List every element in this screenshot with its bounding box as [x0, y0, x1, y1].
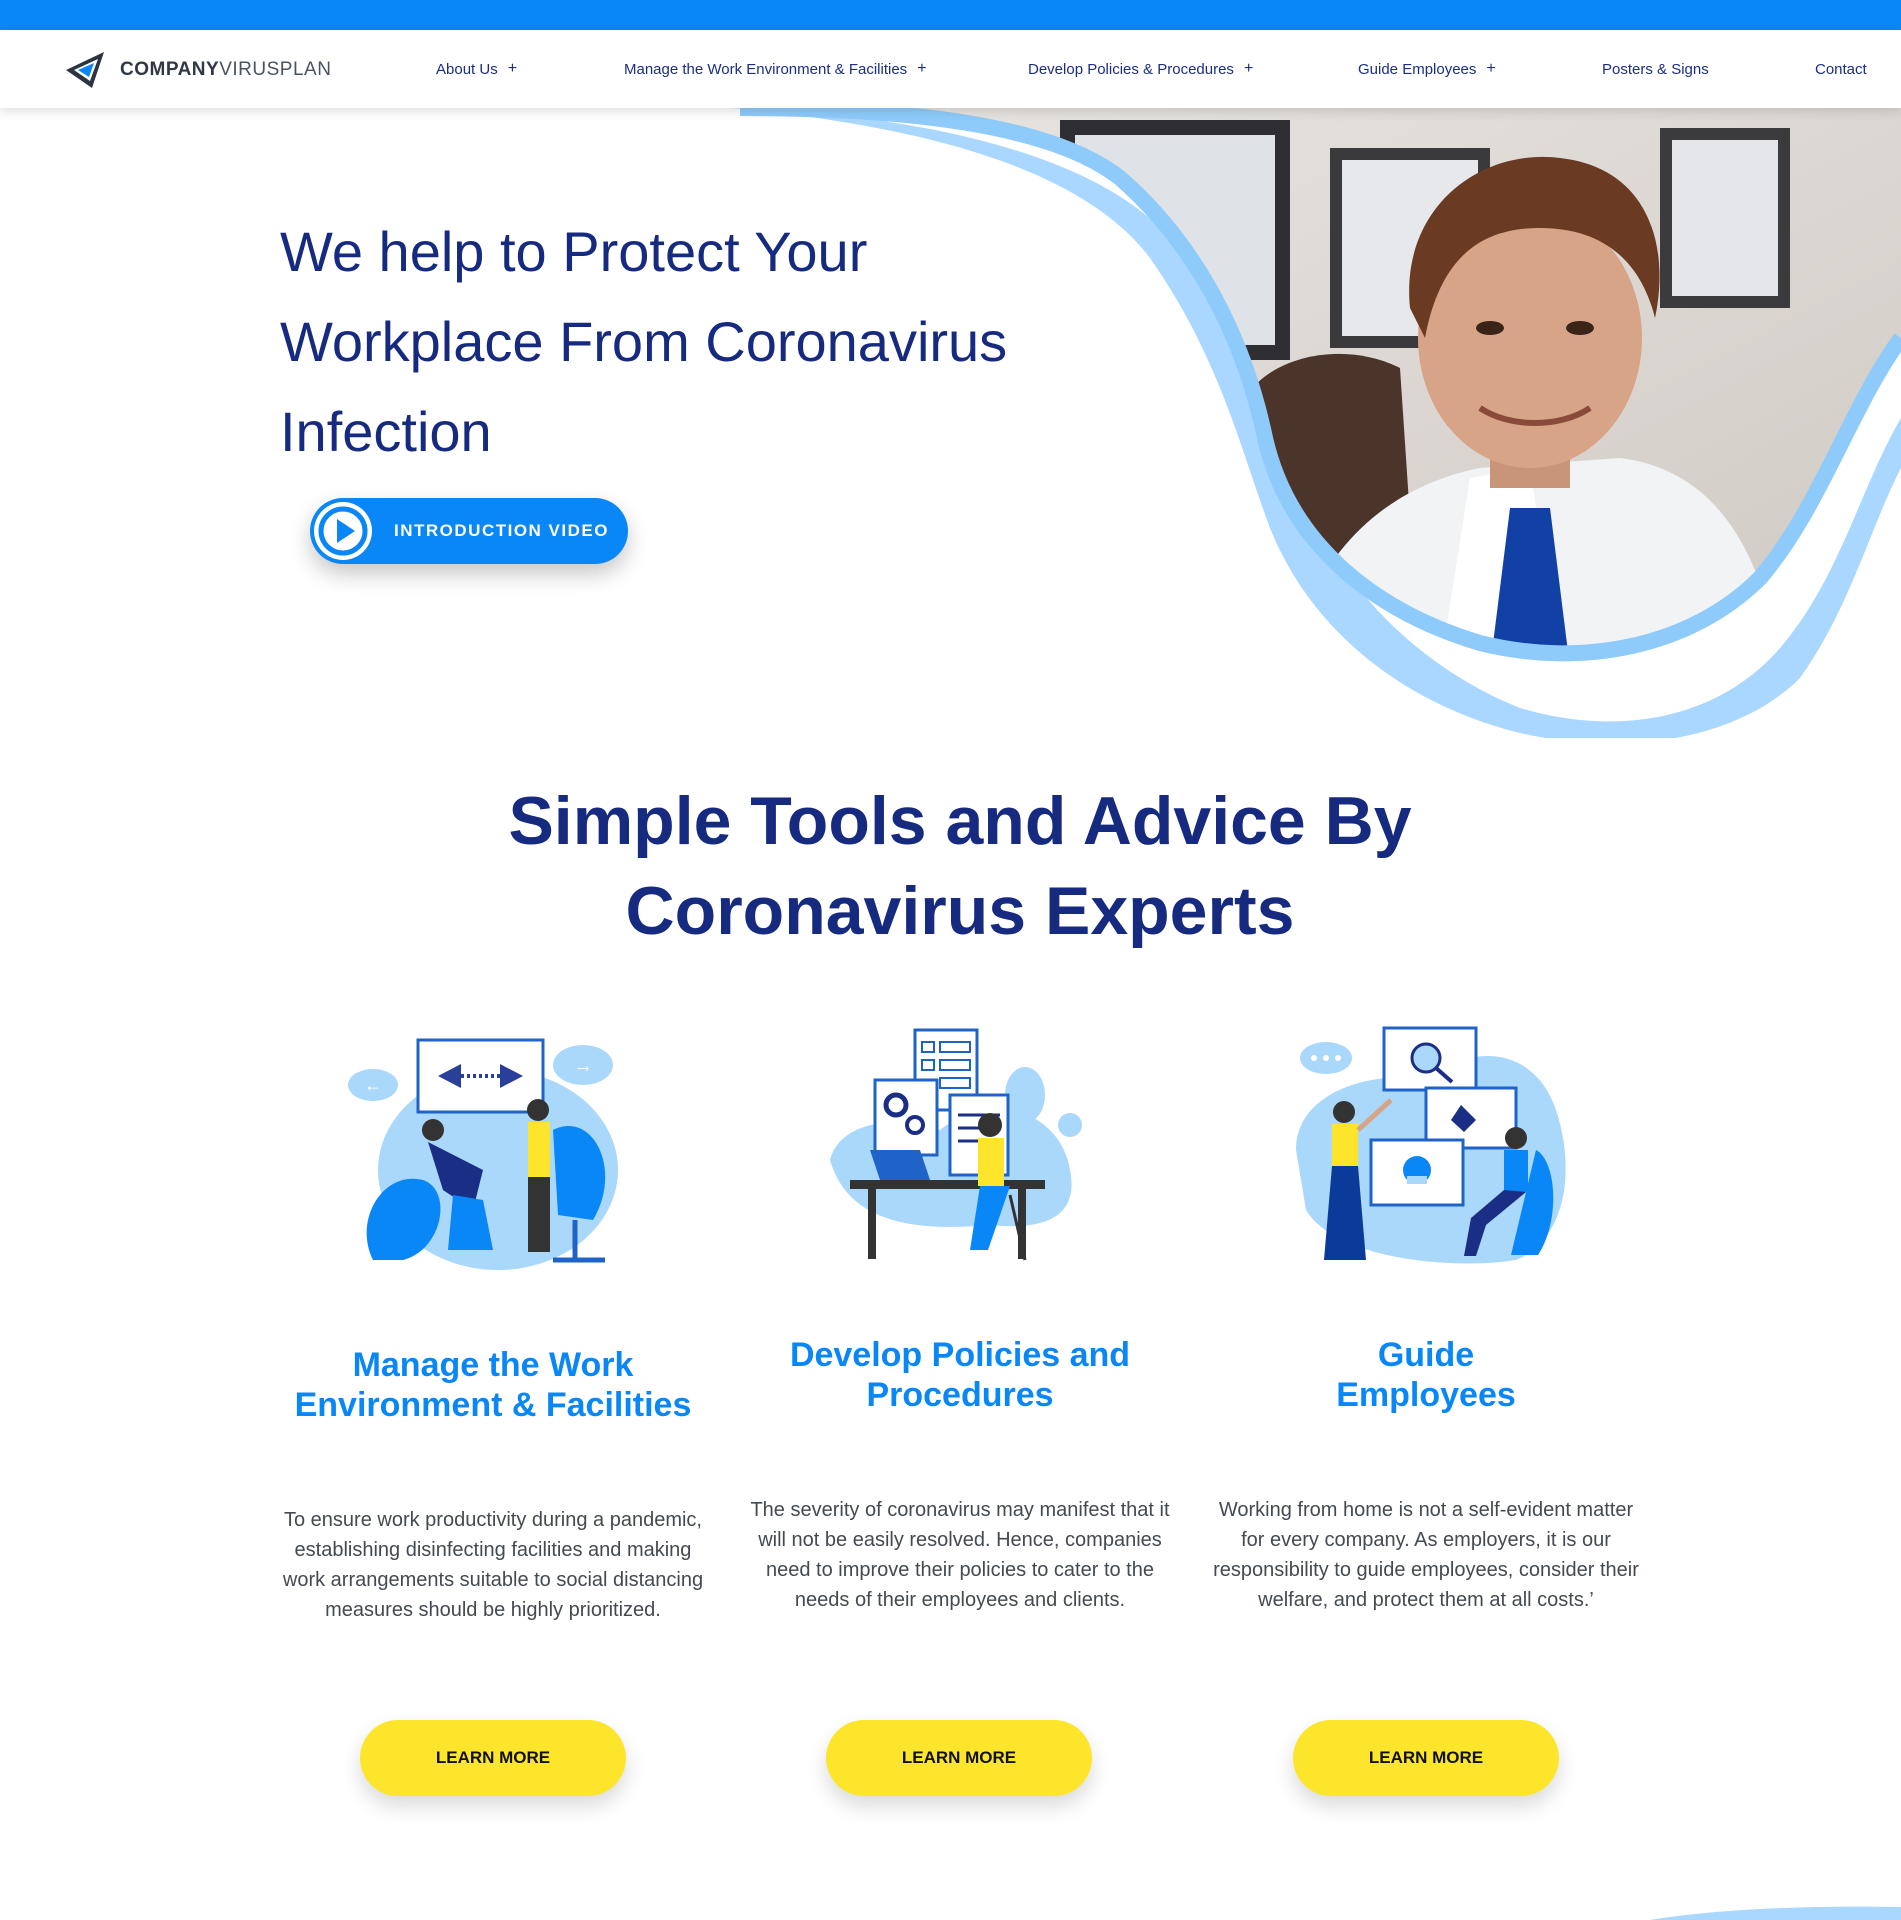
- svg-text:←: ←: [364, 1075, 382, 1095]
- nav-label: Manage the Work Environment & Facilities: [624, 60, 908, 78]
- card-develop-policies: Develop Policies and Procedures The seve…: [740, 1020, 1180, 1611]
- plus-icon: +: [1486, 60, 1496, 77]
- card-description: The severity of coronavirus may manifest…: [750, 1499, 1170, 1611]
- plus-icon: +: [1243, 60, 1254, 77]
- card-title: Develop Policies and Procedures: [740, 1335, 1180, 1415]
- card-title-line: Develop Policies and: [789, 1336, 1131, 1374]
- nav-posters-signs[interactable]: Posters & Signs: [1602, 30, 1709, 108]
- nav-about-us[interactable]: About Us +: [436, 30, 517, 108]
- decorative-wave: [1650, 1906, 1901, 1920]
- logo-icon: [66, 52, 104, 88]
- site-logo[interactable]: COMPANYVIRUSPLAN: [64, 48, 331, 92]
- nav-manage-environment[interactable]: Manage the Work Environment & Facilities…: [624, 30, 927, 108]
- hero-title: We help to Protect Your Workplace From C…: [280, 207, 1040, 477]
- nav-guide-employees[interactable]: Guide Employees +: [1358, 30, 1496, 108]
- card-title-line: Guide: [1377, 1336, 1475, 1374]
- nav-label: Contact: [1815, 60, 1867, 78]
- card-title: Manage the Work Environment & Facilities: [273, 1345, 713, 1425]
- nav-label: Posters & Signs: [1602, 60, 1709, 78]
- employee-guidance-illustration: [1296, 1026, 1566, 1264]
- policy-desk-illustration: [830, 1028, 1082, 1261]
- introduction-video-label: INTRODUCTION VIDEO: [394, 521, 609, 540]
- card-guide-employees: Guide Employees Working from home is not…: [1206, 1020, 1646, 1611]
- svg-text:→: →: [573, 1055, 593, 1077]
- play-icon: [314, 502, 372, 560]
- logo-text: COMPANYVIRUSPLAN: [120, 59, 331, 81]
- card-description: To ensure work productivity during a pan…: [282, 1509, 704, 1621]
- site-header: COMPANYVIRUSPLAN About Us + Manage the Wo…: [0, 30, 1901, 108]
- nav-label: Develop Policies & Procedures: [1028, 60, 1234, 78]
- learn-more-button-manage[interactable]: LEARN MORE: [360, 1720, 626, 1796]
- card-title: Guide Employees: [1206, 1335, 1646, 1415]
- card-description: Working from home is not a self-evident …: [1213, 1499, 1639, 1611]
- learn-more-button-policies[interactable]: LEARN MORE: [826, 1720, 1092, 1796]
- logo-text-light: VIRUSPLAN: [219, 59, 332, 80]
- nav-contact[interactable]: Contact: [1815, 30, 1867, 108]
- hero-title-line: Infection: [280, 400, 492, 463]
- hero-title-line: We help to Protect Your: [280, 220, 868, 283]
- plus-icon: +: [507, 60, 518, 77]
- logo-text-bold: COMPANY: [120, 59, 220, 80]
- introduction-video-button[interactable]: INTRODUCTION VIDEO: [310, 498, 628, 564]
- plus-icon: +: [917, 60, 927, 77]
- section-title-line: Simple Tools and Advice By: [508, 783, 1412, 859]
- nav-label: Guide Employees: [1358, 60, 1477, 78]
- workplace-distancing-illustration: ← →: [348, 1038, 618, 1270]
- nav-develop-policies[interactable]: Develop Policies & Procedures +: [1028, 30, 1253, 108]
- learn-more-button-guide[interactable]: LEARN MORE: [1293, 1720, 1559, 1796]
- section-title-line: Coronavirus Experts: [625, 873, 1295, 949]
- hero-title-line: Workplace From Coronavirus: [280, 310, 1008, 373]
- card-manage-environment: ← → Manage the Work Environment & Facili…: [273, 1020, 713, 1621]
- card-title-line: Procedures: [866, 1376, 1054, 1414]
- card-title-line: Manage the Work: [352, 1346, 634, 1384]
- top-accent-bar: [0, 0, 1901, 30]
- card-title-line: Environment & Facilities: [294, 1386, 692, 1424]
- section-title: Simple Tools and Advice By Coronavirus E…: [400, 776, 1520, 956]
- card-title-line: Employees: [1336, 1376, 1516, 1414]
- nav-label: About Us: [436, 60, 498, 78]
